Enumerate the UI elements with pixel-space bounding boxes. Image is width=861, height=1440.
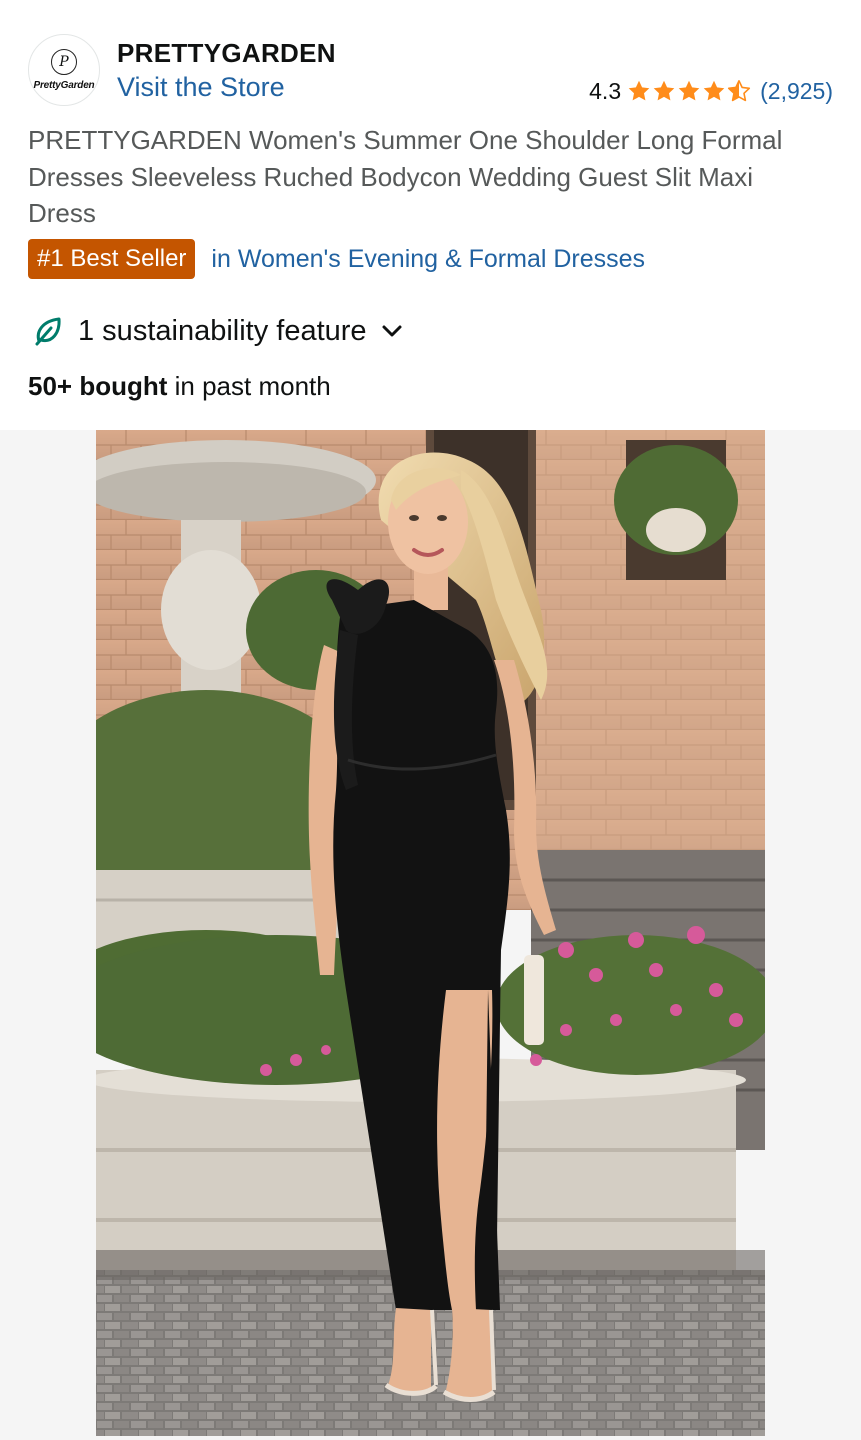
logo-monogram: P	[51, 49, 77, 75]
brand-name: PRETTYGARDEN	[117, 38, 336, 68]
star-icon-2	[653, 80, 675, 101]
bought-count: 50+ bought in past month	[28, 371, 331, 402]
best-seller-category-link[interactable]: in Women's Evening & Formal Dresses	[211, 245, 645, 274]
logo-text: PrettyGarden	[33, 80, 95, 91]
rating-summary[interactable]: 4.3 (2,925)	[589, 76, 833, 106]
product-photo-illustration	[96, 430, 765, 1436]
star-half-icon	[728, 80, 751, 102]
bought-count-suffix: in past month	[167, 371, 331, 401]
best-seller-row: #1 Best Seller in Women's Evening & Form…	[28, 239, 645, 279]
product-photo[interactable]	[96, 430, 765, 1436]
sustainability-toggle[interactable]: 1 sustainability feature	[32, 310, 405, 352]
product-title: PRETTYGARDEN Women's Summer One Shoulder…	[28, 125, 783, 228]
bought-count-bold: 50+ bought	[28, 371, 168, 401]
sustainability-label: 1 sustainability feature	[78, 314, 367, 347]
star-icon-3	[678, 80, 700, 101]
chevron-down-icon	[382, 325, 402, 337]
star-icon-4	[703, 80, 725, 101]
brand-logo[interactable]: P PrettyGarden	[28, 34, 100, 106]
product-image-gallery[interactable]	[0, 430, 861, 1440]
star-rating	[627, 79, 751, 103]
brand-header: P PrettyGarden PRETTYGARDEN Visit the St…	[28, 34, 833, 106]
best-seller-badge[interactable]: #1 Best Seller	[28, 239, 196, 279]
product-page: P PrettyGarden PRETTYGARDEN Visit the St…	[0, 0, 861, 1440]
star-icon-1	[628, 80, 650, 101]
rating-score: 4.3	[589, 77, 622, 104]
visit-store-link[interactable]: Visit the Store	[117, 72, 285, 103]
review-count-link[interactable]: (2,925)	[760, 78, 833, 105]
leaf-icon	[35, 317, 61, 346]
